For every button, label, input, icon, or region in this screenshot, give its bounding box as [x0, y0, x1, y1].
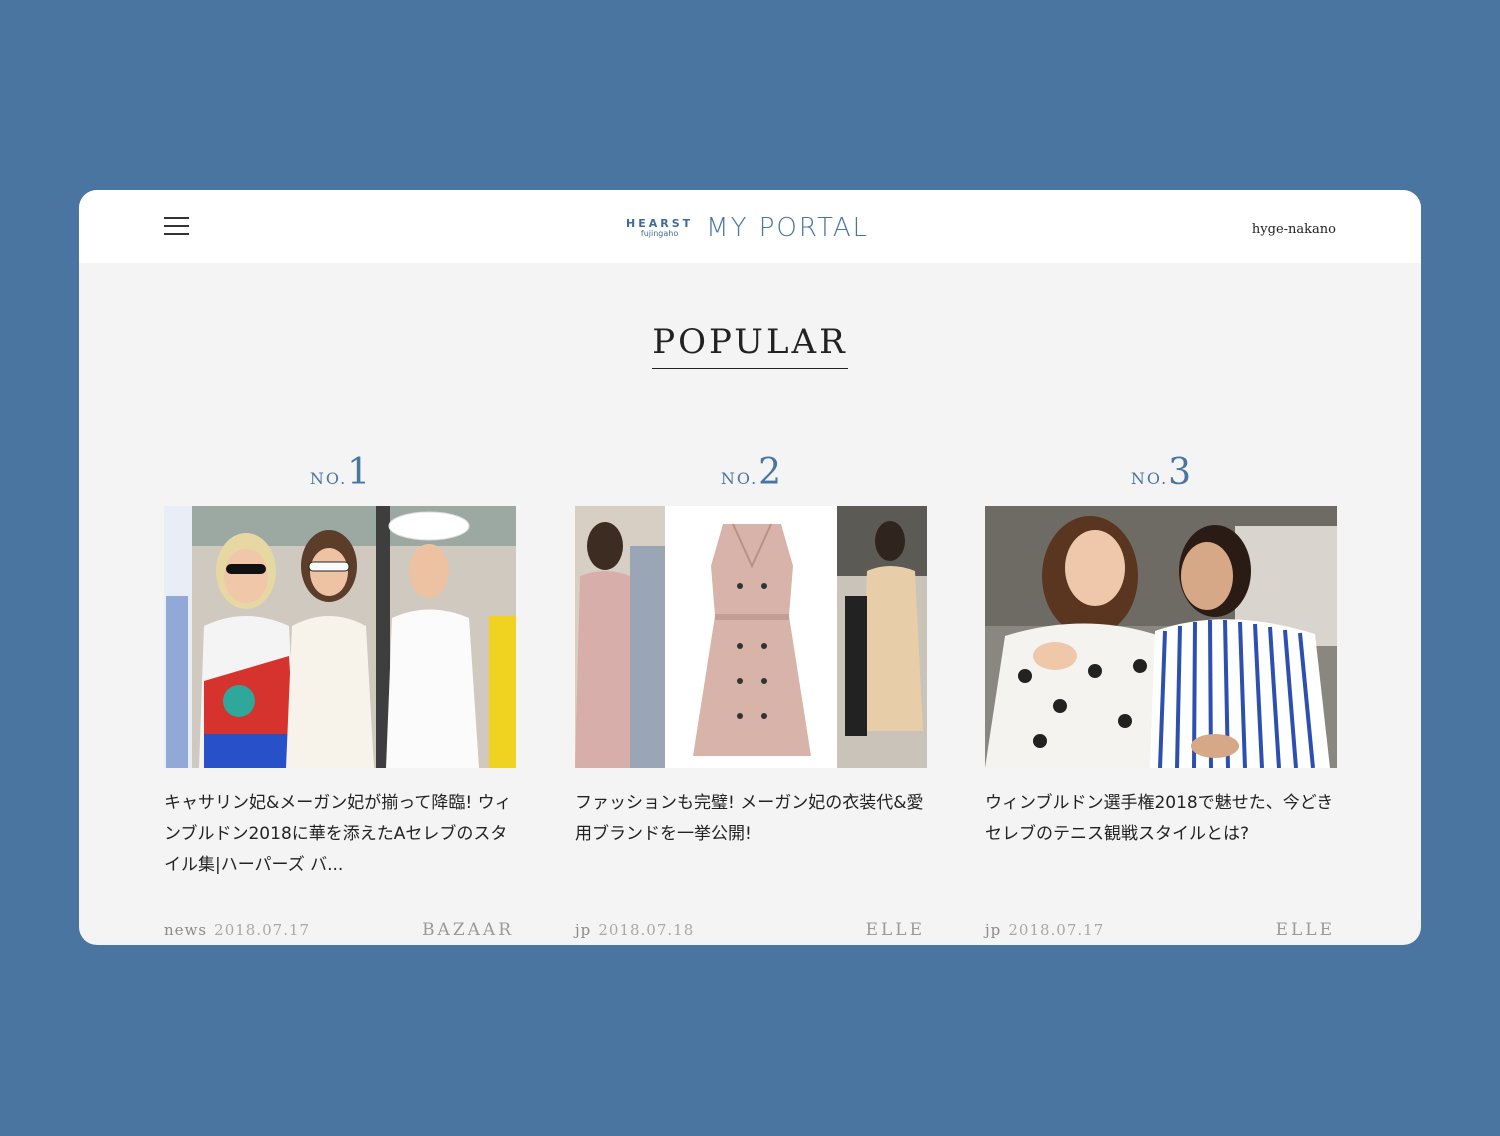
article-date: 2018.07.17: [214, 921, 311, 939]
article-category: jp: [985, 921, 1002, 939]
logo-brand: HEARST: [626, 217, 694, 230]
article-card[interactable]: NO.3 ウィンブルドン選手権2018で魅せた、今どきセレブのテニス観戦スタイル…: [985, 450, 1337, 940]
article-meta: jp 2018.07.18 ELLE: [575, 920, 927, 945]
section-title: POPULAR: [652, 322, 848, 369]
rank-label: NO.3: [985, 450, 1337, 496]
portal-window: HEARST fujingaho MY PORTAL hyge-nakano P…: [79, 190, 1421, 945]
username[interactable]: hyge-nakano: [1252, 222, 1336, 237]
elle-logo: ELLE: [865, 920, 925, 940]
rank-prefix: NO.: [1130, 469, 1169, 488]
article-date: 2018.07.17: [1008, 921, 1105, 939]
rank-prefix: NO.: [309, 469, 348, 488]
rank-label: NO.2: [575, 450, 927, 496]
rank-number: 2: [758, 452, 782, 493]
celebrities-photo: [164, 506, 516, 768]
rank-number: 1: [347, 452, 371, 493]
article-title[interactable]: キャサリン妃&メーガン妃が揃って降臨! ウィンブルドン2018に華を添えたAセレ…: [164, 788, 516, 881]
elle-logo: ELLE: [1275, 920, 1335, 940]
rank-number: 3: [1168, 452, 1192, 493]
article-date: 2018.07.18: [598, 921, 695, 939]
rank-prefix: NO.: [720, 469, 759, 488]
hamburger-menu-icon[interactable]: [164, 217, 189, 236]
site-header: HEARST fujingaho MY PORTAL hyge-nakano: [79, 190, 1421, 263]
article-thumbnail[interactable]: [985, 506, 1337, 768]
article-card[interactable]: NO.1 キャサリン妃&メーガン妃が揃って降臨! ウィンブルドン2018に華を添…: [164, 450, 516, 940]
article-thumbnail[interactable]: [575, 506, 927, 768]
article-title[interactable]: ウィンブルドン選手権2018で魅せた、今どきセレブのテニス観戦スタイルとは?: [985, 788, 1337, 881]
logo-subtitle: fujingaho: [640, 229, 679, 238]
logo-title: MY PORTAL: [706, 213, 870, 243]
section-heading: POPULAR: [79, 322, 1421, 369]
rank-label: NO.1: [164, 450, 516, 496]
article-meta: news 2018.07.17 BAZAAR: [164, 920, 516, 945]
site-logo[interactable]: HEARST fujingaho MY PORTAL: [626, 210, 869, 246]
article-meta: jp 2018.07.17 ELLE: [985, 920, 1337, 945]
duchesses-photo: [985, 506, 1337, 768]
article-category: jp: [575, 921, 592, 939]
trench-dress-photo: [575, 506, 927, 768]
article-category: news: [164, 921, 208, 939]
bazaar-logo: BAZAAR: [422, 920, 514, 940]
hearst-logo-mark: HEARST fujingaho: [626, 218, 693, 238]
article-card[interactable]: NO.2 ファッションも完璧! メーガン妃の衣装代&愛用ブランドを一挙公開! j…: [575, 450, 927, 940]
article-thumbnail[interactable]: [164, 506, 516, 768]
article-title[interactable]: ファッションも完璧! メーガン妃の衣装代&愛用ブランドを一挙公開!: [575, 788, 927, 881]
